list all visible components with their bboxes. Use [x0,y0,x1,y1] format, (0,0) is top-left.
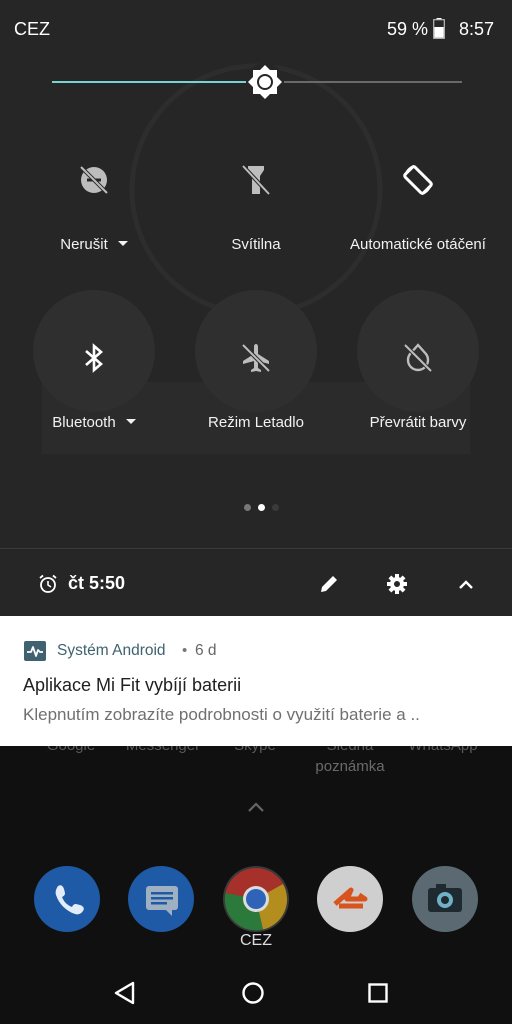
tile-bluetooth[interactable]: Bluetooth [19,290,169,431]
auto-rotate-icon [403,165,433,195]
page-dot[interactable] [272,504,279,511]
carrier-name: CEZ [14,19,50,39]
battery-percent: 59 % [387,19,429,39]
alarm-icon[interactable] [38,574,58,594]
edit-icon[interactable] [318,573,340,595]
battery-icon [433,18,445,39]
notification-title: Aplikace Mi Fit vybíjí baterii [23,675,242,695]
app-label: poznámka [315,758,385,775]
chrome-icon[interactable] [223,866,289,932]
tile-label: Bluetooth [19,412,169,433]
notification-text: Klepnutím zobrazíte podrobnosti o využit… [23,705,420,724]
brightness-icon[interactable] [245,62,285,102]
invert-colors-off-icon [403,343,433,373]
tile-label: Svítilna [231,236,281,253]
quick-settings-panel: CEZ 59 % 8:57 Nerušit Svítilna Automatic… [0,0,512,617]
status-bar: CEZ 59 % 8:57 [0,0,512,58]
collapse-chevron-icon[interactable] [456,575,476,593]
brightness-slider[interactable] [52,62,462,102]
notification-separator: • [182,642,188,659]
airplane-mode-off-icon [241,343,271,373]
back-icon[interactable] [110,978,140,1008]
dropdown-caret-icon[interactable] [117,241,128,246]
home-icon[interactable] [238,978,268,1008]
dock-label: CEZ [240,932,272,949]
notification-app-name: Systém Android [57,642,166,659]
do-not-disturb-off-icon [79,165,109,195]
next-alarm[interactable]: čt 5:50 [68,573,125,594]
messages-icon[interactable] [128,866,194,932]
tile-label: Režim Letadlo [208,414,304,431]
status-clock: 8:57 [459,19,495,39]
page-dot[interactable] [244,504,251,511]
camera-icon[interactable] [412,866,478,932]
quick-settings-footer: čt 5:50 [0,548,512,617]
page-indicator [244,504,284,512]
dropdown-caret-icon[interactable] [125,419,136,424]
tile-label: Převrátit barvy [369,414,467,431]
tile-label: Nerušit [19,234,169,255]
brightness-track [265,81,462,83]
brightness-track-active [52,81,265,83]
notification-card[interactable]: Systém Android • 6 d Aplikace Mi Fit vyb… [0,616,512,746]
flashlight-app-icon[interactable] [317,866,383,932]
tile-do-not-disturb[interactable]: Nerušit [19,138,169,258]
settings-gear-icon[interactable] [386,573,408,595]
tile-flashlight[interactable]: Svítilna [181,138,331,258]
phone-icon[interactable] [34,866,100,932]
notification-time: 6 d [195,642,217,659]
battery-usage-icon [24,641,46,661]
tile-label: Automatické otáčení [350,236,486,253]
bluetooth-icon [85,343,103,373]
flashlight-off-icon [241,164,271,196]
tile-airplane-mode[interactable]: Režim Letadlo [181,290,331,431]
page-dot-active[interactable] [258,504,265,511]
navigation-bar [0,960,512,1024]
recents-icon[interactable] [363,978,393,1008]
tile-auto-rotate[interactable]: Automatické otáčení [343,138,493,258]
tile-invert-colors[interactable]: Převrátit barvy [343,290,493,431]
app-drawer-chevron-icon[interactable] [242,796,270,818]
